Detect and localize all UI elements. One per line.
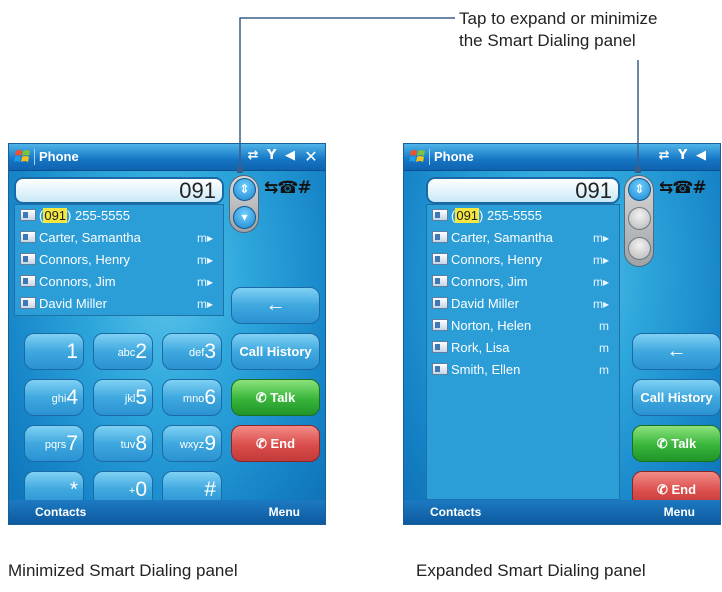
key-7[interactable]: pqrs7 bbox=[24, 425, 84, 462]
caption-minimized: Minimized Smart Dialing panel bbox=[8, 561, 238, 580]
contact-card-icon bbox=[432, 341, 448, 353]
title-bar: Phone ⇄ Y ◀ ✕ bbox=[9, 144, 325, 171]
smart-dialing-control: ⇕ bbox=[624, 175, 654, 267]
backspace-button[interactable]: ← bbox=[632, 333, 720, 370]
scroll-up-icon[interactable] bbox=[628, 207, 651, 230]
contact-card-icon bbox=[432, 363, 448, 375]
list-item[interactable]: Carter, Samantha m▸ bbox=[427, 227, 619, 249]
list-item[interactable]: Connors, Henry m▸ bbox=[15, 249, 223, 271]
list-item[interactable]: Smith, Ellen m bbox=[427, 359, 619, 381]
app-title: Phone bbox=[39, 149, 79, 164]
backspace-button[interactable]: ← bbox=[231, 287, 320, 324]
contact-card-icon bbox=[432, 275, 448, 287]
call-log-icon bbox=[432, 209, 448, 221]
app-title: Phone bbox=[434, 149, 474, 164]
end-button[interactable]: ✆ End bbox=[231, 425, 320, 462]
dialed-number-display[interactable]: 091 bbox=[426, 177, 620, 204]
key-4[interactable]: ghi4 bbox=[24, 379, 84, 416]
soft-key-bar: Contacts Menu bbox=[404, 500, 720, 524]
key-1[interactable]: 1 bbox=[24, 333, 84, 370]
contact-card-icon bbox=[432, 253, 448, 265]
connection-status-icons: ⇆☎# bbox=[659, 178, 707, 198]
title-separator bbox=[34, 149, 35, 165]
phone-icon: ✆ bbox=[656, 482, 672, 497]
phone-icon: ✆ bbox=[255, 390, 271, 405]
list-item[interactable]: Connors, Henry m▸ bbox=[427, 249, 619, 271]
close-icon[interactable]: ✕ bbox=[301, 147, 321, 167]
title-bar: Phone ⇄ Y ◀ bbox=[404, 144, 720, 171]
signal-volume-icons[interactable]: ⇄ Y ◀ bbox=[248, 148, 297, 163]
phone-icon: ✆ bbox=[255, 436, 271, 451]
list-item[interactable]: Connors, Jim m▸ bbox=[15, 271, 223, 293]
key-6[interactable]: mno6 bbox=[162, 379, 222, 416]
contact-card-icon bbox=[20, 275, 36, 287]
contacts-softkey[interactable]: Contacts bbox=[430, 500, 481, 524]
phone-expanded: Phone ⇄ Y ◀ 091 ⇕ ⇆☎# (091) 255-5555 Car… bbox=[403, 143, 721, 525]
call-history-button[interactable]: Call History bbox=[632, 379, 720, 416]
list-item[interactable]: Carter, Samantha m▸ bbox=[15, 227, 223, 249]
call-history-button[interactable]: Call History bbox=[231, 333, 320, 370]
phone-icon: ✆ bbox=[656, 436, 672, 451]
key-9[interactable]: wxyz9 bbox=[162, 425, 222, 462]
talk-button[interactable]: ✆ Talk bbox=[231, 379, 320, 416]
scroll-down-icon[interactable]: ▾ bbox=[233, 206, 256, 229]
soft-key-bar: Contacts Menu bbox=[9, 500, 325, 524]
contact-card-icon bbox=[20, 231, 36, 243]
contact-card-icon bbox=[20, 253, 36, 265]
list-item[interactable]: (091) 255-5555 bbox=[15, 205, 223, 227]
menu-softkey[interactable]: Menu bbox=[269, 500, 300, 524]
dialed-number-display[interactable]: 091 bbox=[14, 177, 224, 204]
contact-card-icon bbox=[432, 231, 448, 243]
smart-dialing-control: ⇕ ▾ bbox=[229, 175, 259, 233]
contact-card-icon bbox=[432, 297, 448, 309]
title-separator bbox=[429, 149, 430, 165]
contact-card-icon bbox=[432, 319, 448, 331]
smart-dialing-panel: (091) 255-5555 Carter, Samantha m▸ Connor… bbox=[426, 204, 620, 500]
list-item[interactable]: Connors, Jim m▸ bbox=[427, 271, 619, 293]
call-log-icon bbox=[20, 209, 36, 221]
callout-text: Tap to expand or minimize the Smart Dial… bbox=[459, 9, 658, 50]
list-item[interactable]: Norton, Helen m bbox=[427, 315, 619, 337]
key-8[interactable]: tuv8 bbox=[93, 425, 153, 462]
menu-softkey[interactable]: Menu bbox=[664, 500, 695, 524]
caption-expanded: Expanded Smart Dialing panel bbox=[416, 561, 646, 580]
talk-button[interactable]: ✆ Talk bbox=[632, 425, 720, 462]
list-item[interactable]: David Miller m▸ bbox=[427, 293, 619, 315]
key-3[interactable]: def3 bbox=[162, 333, 222, 370]
contact-card-icon bbox=[20, 297, 36, 309]
list-item[interactable]: David Miller m▸ bbox=[15, 293, 223, 315]
windows-start-icon[interactable] bbox=[14, 148, 32, 166]
signal-volume-icons[interactable]: ⇄ Y ◀ bbox=[659, 148, 708, 163]
list-item[interactable]: (091) 255-5555 bbox=[427, 205, 619, 227]
smart-dialing-panel: (091) 255-5555 Carter, Samantha m▸ Connor… bbox=[14, 204, 224, 316]
toggle-panel-icon[interactable]: ⇕ bbox=[233, 178, 256, 201]
windows-start-icon[interactable] bbox=[409, 148, 427, 166]
contacts-softkey[interactable]: Contacts bbox=[35, 500, 86, 524]
scroll-down-icon[interactable] bbox=[628, 237, 651, 260]
phone-minimized: Phone ⇄ Y ◀ ✕ 091 ⇕ ▾ ⇆☎# (091) 255-5555… bbox=[8, 143, 326, 525]
key-5[interactable]: jkl5 bbox=[93, 379, 153, 416]
key-2[interactable]: abc2 bbox=[93, 333, 153, 370]
toggle-panel-icon[interactable]: ⇕ bbox=[628, 178, 651, 201]
list-item[interactable]: Rork, Lisa m bbox=[427, 337, 619, 359]
connection-status-icons: ⇆☎# bbox=[264, 178, 312, 198]
